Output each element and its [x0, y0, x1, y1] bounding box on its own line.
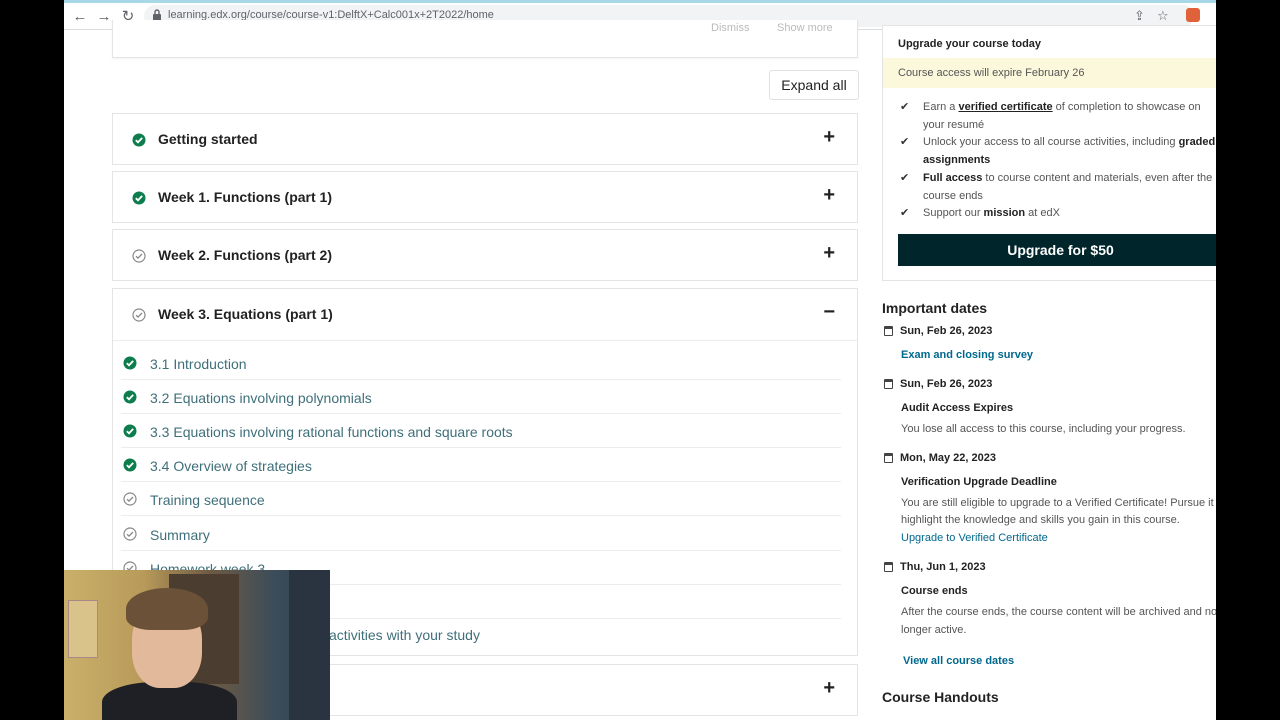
subsection-link[interactable]: activities with your study	[329, 627, 480, 643]
access-expiry-text: Course access will expire February 26	[898, 67, 1085, 79]
section-title: Week 2. Functions (part 2)	[158, 247, 332, 263]
complete-check-icon	[123, 356, 137, 370]
date-event-desc: longer active.	[901, 624, 967, 636]
back-icon[interactable]: ←	[70, 7, 90, 27]
expand-all-button[interactable]: Expand all	[769, 70, 859, 100]
list-item[interactable]: 3.4 Overview of strategies	[121, 448, 841, 482]
complete-check-icon	[123, 424, 137, 438]
date-event-name: Verification Upgrade Deadline	[901, 476, 1057, 488]
check-icon: ✔	[900, 136, 910, 148]
list-item[interactable]: Training sequence	[121, 482, 841, 516]
expand-plus-icon[interactable]: +	[823, 243, 835, 263]
subsection-link[interactable]: Summary	[150, 527, 210, 543]
section-week-2[interactable]: Week 2. Functions (part 2) +	[112, 229, 858, 281]
upgrade-title: Upgrade your course today	[898, 38, 1042, 50]
date-event-link[interactable]: Exam and closing survey	[901, 349, 1033, 361]
access-expiry-banner: Course access will expire February 26	[883, 58, 1216, 88]
share-icon[interactable]: ⇪	[1134, 8, 1145, 24]
expand-plus-icon[interactable]: +	[823, 678, 835, 698]
list-item[interactable]: 3.3 Equations involving rational functio…	[121, 414, 841, 448]
check-icon: ✔	[900, 101, 910, 113]
date-event-desc: After the course ends, the course conten…	[901, 606, 1216, 618]
complete-check-icon	[123, 458, 137, 472]
complete-check-icon	[132, 191, 146, 205]
calendar-icon	[884, 326, 893, 336]
section-title: Week 1. Functions (part 1)	[158, 189, 332, 205]
expand-plus-icon[interactable]: +	[823, 185, 835, 205]
calendar-icon	[884, 453, 893, 463]
subsection-link[interactable]: Training sequence	[150, 492, 265, 508]
upgrade-button[interactable]: Upgrade for $50	[898, 234, 1216, 266]
section-getting-started[interactable]: Getting started +	[112, 113, 858, 165]
show-more-link[interactable]: Show more	[777, 22, 833, 34]
welcome-message-card: Dismiss Show more	[112, 20, 858, 58]
subsection-link[interactable]: 3.2 Equations involving polynomials	[150, 390, 372, 406]
date-event-name: Course ends	[901, 585, 968, 597]
section-title[interactable]: Week 3. Equations (part 1)	[158, 306, 333, 322]
calendar-icon	[884, 379, 893, 389]
expand-plus-icon[interactable]: +	[823, 127, 835, 147]
incomplete-check-icon	[123, 527, 137, 541]
collapse-minus-icon[interactable]: −	[823, 302, 835, 322]
dismiss-link[interactable]: Dismiss	[711, 22, 750, 34]
date-event-desc: You lose all access to this course, incl…	[901, 423, 1186, 435]
divider	[113, 340, 857, 341]
incomplete-check-icon	[123, 492, 137, 506]
section-title: Getting started	[158, 131, 258, 147]
date-event-desc: You are still eligible to upgrade to a V…	[901, 497, 1216, 509]
webcam-overlay	[64, 570, 330, 720]
subsection-link[interactable]: 3.1 Introduction	[150, 356, 247, 372]
subsection-link[interactable]: 3.3 Equations involving rational functio…	[150, 424, 513, 440]
list-item[interactable]: 3.2 Equations involving polynomials	[121, 380, 841, 414]
upgrade-card: Upgrade your course today Course access …	[882, 25, 1216, 281]
subsection-link[interactable]: 3.4 Overview of strategies	[150, 458, 312, 474]
check-icon: ✔	[900, 172, 910, 184]
extension-icon[interactable]	[1186, 8, 1200, 22]
section-week-1[interactable]: Week 1. Functions (part 1) +	[112, 171, 858, 223]
incomplete-check-icon	[132, 249, 146, 263]
calendar-icon	[884, 562, 893, 572]
upgrade-verified-link[interactable]: Upgrade to Verified Certificate	[901, 532, 1048, 544]
date-event-desc: highlight the knowledge and skills you g…	[901, 514, 1180, 526]
bookmark-star-icon[interactable]: ☆	[1157, 8, 1169, 24]
course-handouts-title: Course Handouts	[882, 689, 999, 705]
verified-certificate-link[interactable]: verified certificate	[958, 101, 1052, 113]
important-dates-title: Important dates	[882, 300, 988, 316]
list-item[interactable]: Summary	[121, 517, 841, 551]
forward-icon[interactable]: →	[94, 7, 114, 27]
check-icon: ✔	[900, 207, 910, 219]
list-item[interactable]: 3.1 Introduction	[121, 346, 841, 380]
date-event-name: Audit Access Expires	[901, 402, 1014, 414]
complete-check-icon	[132, 133, 146, 147]
incomplete-check-icon	[132, 308, 146, 322]
complete-check-icon	[123, 390, 137, 404]
view-all-dates-link[interactable]: View all course dates	[903, 655, 1014, 667]
